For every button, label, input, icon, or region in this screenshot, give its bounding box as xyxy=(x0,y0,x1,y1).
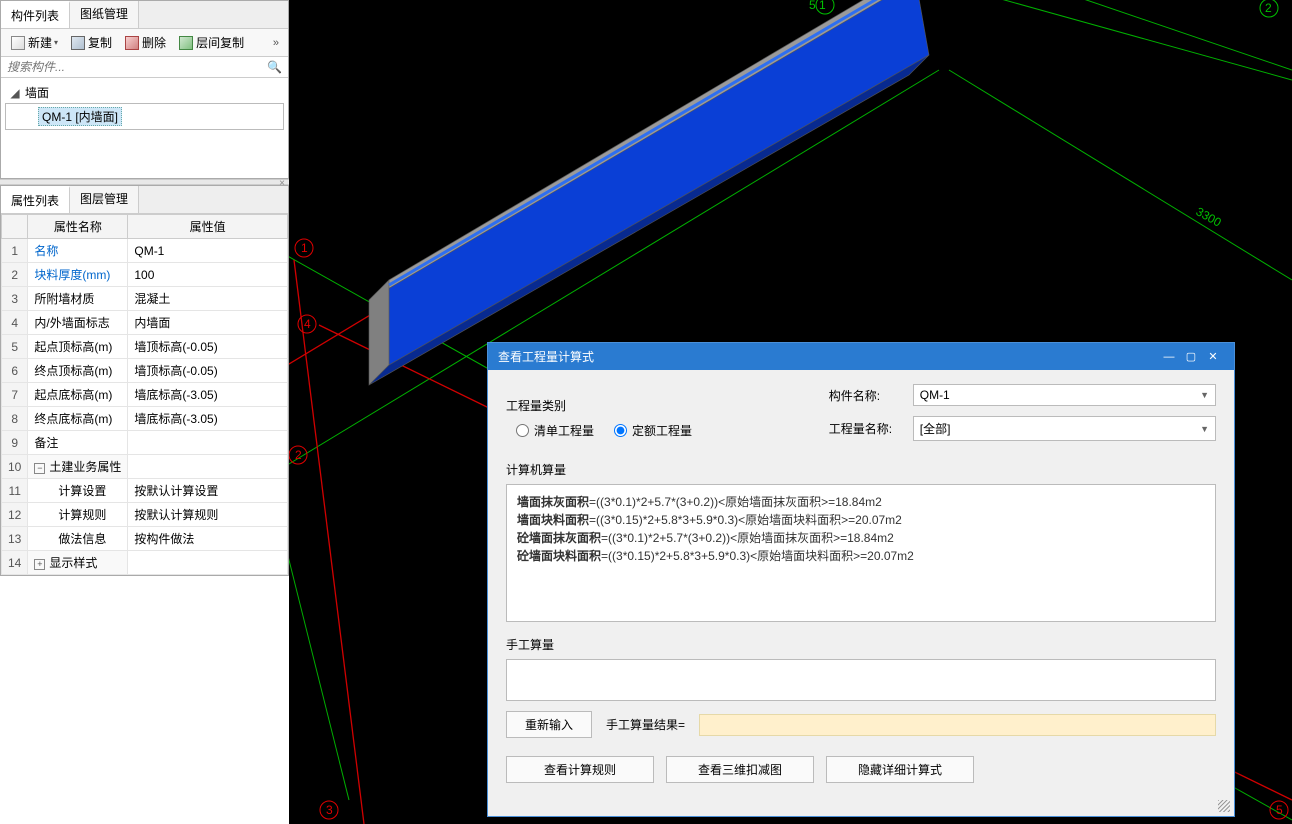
manual-result-label: 手工算量结果= xyxy=(606,716,685,733)
dropdown-icon: ▼ xyxy=(1200,390,1209,400)
radio-quota-qty[interactable]: 定额工程量 xyxy=(614,422,692,439)
col-name: 属性名称 xyxy=(28,215,128,239)
col-value: 属性值 xyxy=(128,215,288,239)
dropdown-icon: ▾ xyxy=(54,38,58,47)
table-row[interactable]: 6终点顶标高(m)墙顶标高(-0.05) xyxy=(2,359,288,383)
svg-text:5: 5 xyxy=(1276,803,1283,817)
table-row[interactable]: 11计算设置按默认计算设置 xyxy=(2,479,288,503)
svg-text:1: 1 xyxy=(301,241,308,255)
delete-icon xyxy=(125,36,139,50)
table-row[interactable]: 2块料厚度(mm)100 xyxy=(2,263,288,287)
manual-label: 手工算量 xyxy=(506,636,1216,653)
table-row[interactable]: 8终点底标高(m)墙底标高(-3.05) xyxy=(2,407,288,431)
table-row[interactable]: 7起点底标高(m)墙底标高(-3.05) xyxy=(2,383,288,407)
copy-icon xyxy=(71,36,85,50)
view-3d-deduct-button[interactable]: 查看三维扣减图 xyxy=(666,756,814,783)
search-icon[interactable]: 🔍 xyxy=(267,60,282,74)
manual-result-box xyxy=(699,714,1216,736)
new-button[interactable]: 新建▾ xyxy=(6,32,63,53)
expand-icon[interactable]: + xyxy=(34,559,45,570)
tab-drawings[interactable]: 图纸管理 xyxy=(70,1,139,28)
table-row[interactable]: 4内/外墙面标志内墙面 xyxy=(2,311,288,335)
panel-separator[interactable]: × xyxy=(0,179,289,185)
toolbar-overflow[interactable]: » xyxy=(269,37,283,49)
table-row[interactable]: 3所附墙材质混凝土 xyxy=(2,287,288,311)
calc-formula-dialog: 查看工程量计算式 — ▢ ✕ 工程量类别 清单工程量 定额工程量 构件名称: Q… xyxy=(487,342,1235,817)
calc-label: 计算机算量 xyxy=(506,461,1216,478)
property-table: 属性名称 属性值 1名称QM-12块料厚度(mm)1003所附墙材质混凝土4内/… xyxy=(1,214,288,575)
table-row[interactable]: 14+显示样式 xyxy=(2,551,288,575)
search-bar: 🔍 xyxy=(1,57,288,78)
col-index xyxy=(2,215,28,239)
svg-text:3: 3 xyxy=(326,803,333,817)
component-tree: ◢墙面 QM-1 [内墙面] xyxy=(1,78,288,178)
dialog-titlebar[interactable]: 查看工程量计算式 — ▢ ✕ xyxy=(488,343,1234,370)
close-button[interactable]: ✕ xyxy=(1202,350,1224,363)
delete-button[interactable]: 删除 xyxy=(120,32,171,53)
table-row[interactable]: 1名称QM-1 xyxy=(2,239,288,263)
close-panel-icon[interactable]: × xyxy=(279,178,285,189)
new-icon xyxy=(11,36,25,50)
comp-name-label: 构件名称: xyxy=(829,387,913,404)
tab-layer-mgmt[interactable]: 图层管理 xyxy=(70,186,139,213)
svg-text:4: 4 xyxy=(304,317,311,331)
table-row[interactable]: 10−土建业务属性 xyxy=(2,455,288,479)
table-row[interactable]: 13做法信息按构件做法 xyxy=(2,527,288,551)
svg-text:2: 2 xyxy=(295,448,302,462)
bottom-panel-tabs: 属性列表 图层管理 xyxy=(1,186,288,214)
radio-list-qty[interactable]: 清单工程量 xyxy=(516,422,594,439)
hide-detail-button[interactable]: 隐藏详细计算式 xyxy=(826,756,974,783)
collapse-icon[interactable]: ◢ xyxy=(9,86,21,100)
reenter-button[interactable]: 重新输入 xyxy=(506,711,592,738)
dialog-title: 查看工程量计算式 xyxy=(498,348,1158,365)
table-row[interactable]: 12计算规则按默认计算规则 xyxy=(2,503,288,527)
collapse-icon[interactable]: − xyxy=(34,463,45,474)
view-calc-rule-button[interactable]: 查看计算规则 xyxy=(506,756,654,783)
tree-item-qm1[interactable]: QM-1 [内墙面] xyxy=(5,103,284,130)
svg-text:2: 2 xyxy=(1265,1,1272,15)
comp-name-select[interactable]: QM-1▼ xyxy=(913,384,1216,406)
svg-text:5 1: 5 1 xyxy=(809,0,826,12)
manual-input[interactable] xyxy=(506,659,1216,701)
table-row[interactable]: 9备注 xyxy=(2,431,288,455)
top-panel-tabs: 构件列表 图纸管理 xyxy=(1,1,288,29)
qty-name-label: 工程量名称: xyxy=(829,420,913,437)
minimize-button[interactable]: — xyxy=(1158,351,1180,363)
qty-name-select[interactable]: [全部]▼ xyxy=(913,416,1216,441)
search-input[interactable] xyxy=(7,60,267,74)
component-toolbar: 新建▾ 复制 删除 层间复制 » xyxy=(1,29,288,57)
table-row[interactable]: 5起点顶标高(m)墙顶标高(-0.05) xyxy=(2,335,288,359)
qty-category-label: 工程量类别 xyxy=(506,397,590,414)
calc-formula-box[interactable]: 墙面抹灰面积=((3*0.1)*2+5.7*(3+0.2))<原始墙面抹灰面积>… xyxy=(506,484,1216,622)
layer-copy-icon xyxy=(179,36,193,50)
layer-copy-button[interactable]: 层间复制 xyxy=(174,32,249,53)
resize-grip[interactable] xyxy=(1218,800,1230,812)
maximize-button[interactable]: ▢ xyxy=(1180,350,1202,363)
tab-components[interactable]: 构件列表 xyxy=(1,1,70,28)
tab-properties[interactable]: 属性列表 xyxy=(1,186,70,213)
svg-text:3300: 3300 xyxy=(1194,204,1224,229)
copy-button[interactable]: 复制 xyxy=(66,32,117,53)
tree-root[interactable]: ◢墙面 xyxy=(5,82,284,103)
dropdown-icon: ▼ xyxy=(1200,424,1209,434)
